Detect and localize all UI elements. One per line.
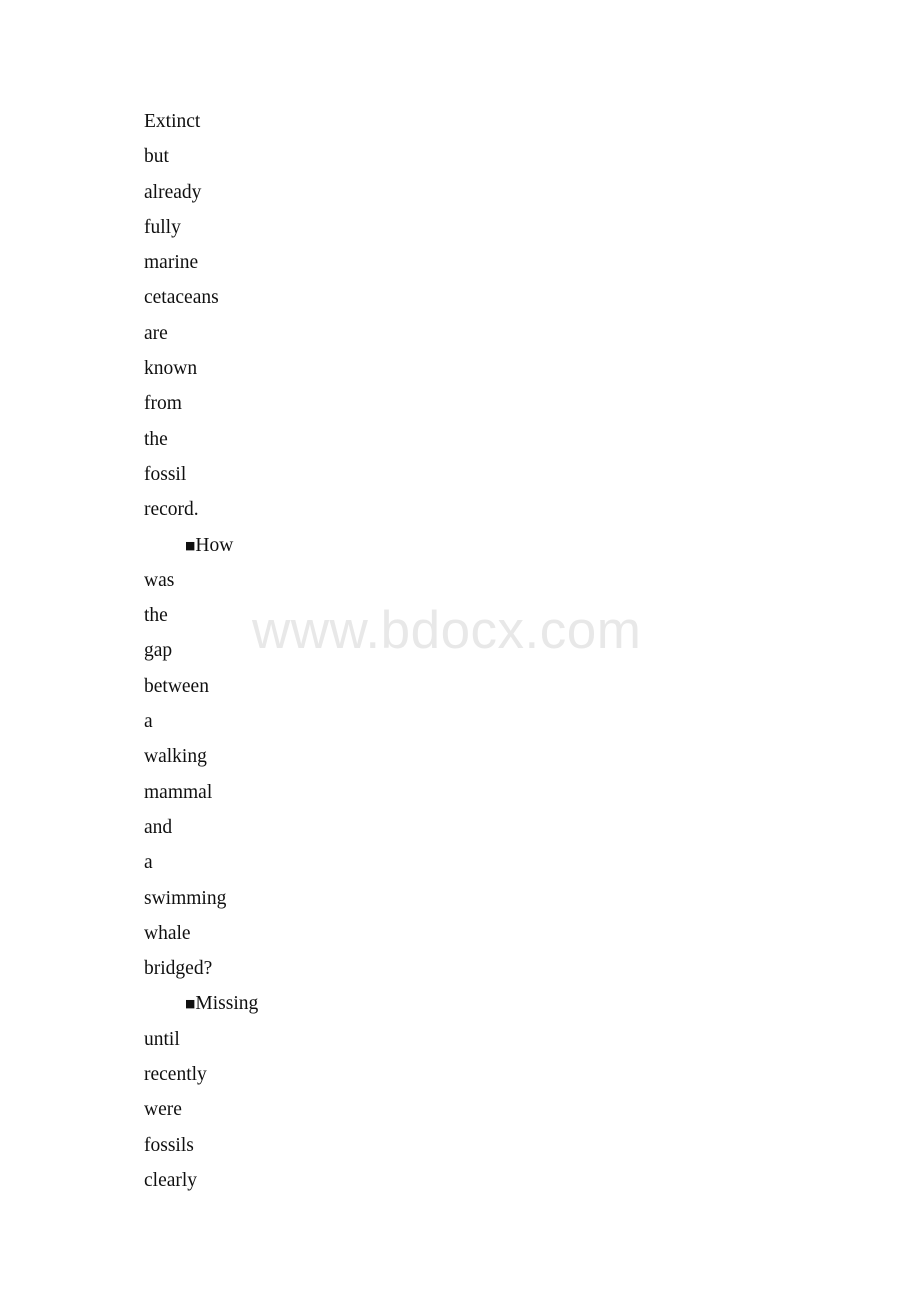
text-line: fossil xyxy=(144,457,844,492)
line-text: mammal xyxy=(144,781,213,803)
line-text: a xyxy=(144,852,153,874)
line-text: gap xyxy=(144,640,173,662)
line-text: the xyxy=(144,428,168,450)
bulleted-text-line: ■How xyxy=(144,528,844,563)
text-line: marine xyxy=(144,245,844,280)
text-line: but xyxy=(144,139,844,174)
line-text: fossils xyxy=(144,1134,194,1156)
text-line: are xyxy=(144,316,844,351)
line-text: clearly xyxy=(144,1169,198,1191)
line-text: fully xyxy=(144,216,181,238)
text-line: whale xyxy=(144,916,844,951)
line-text: known xyxy=(144,358,198,380)
text-line: the xyxy=(144,422,844,457)
line-text: from xyxy=(144,393,182,415)
line-text: already xyxy=(144,181,202,203)
text-line: was xyxy=(144,563,844,598)
text-line: bridged? xyxy=(144,951,844,986)
text-line: the xyxy=(144,598,844,633)
text-line: between xyxy=(144,669,844,704)
square-bullet-icon: ■ xyxy=(185,997,196,1011)
document-page: www.bdocx.com Extinct but already fully mari… xyxy=(0,0,920,1302)
text-line: record. xyxy=(144,492,844,527)
line-text: whale xyxy=(144,922,191,944)
line-text: was xyxy=(144,569,175,591)
line-text: and xyxy=(144,816,173,838)
line-text: a xyxy=(144,711,153,733)
line-text: fossil xyxy=(144,463,187,485)
text-line: walking xyxy=(144,739,844,774)
line-text: swimming xyxy=(144,887,227,909)
text-line: a xyxy=(144,704,844,739)
line-text: between xyxy=(144,675,209,697)
text-line: already xyxy=(144,175,844,210)
line-text: walking xyxy=(144,746,207,768)
text-line: clearly xyxy=(144,1163,844,1198)
line-text: cetaceans xyxy=(144,287,219,309)
line-text: record. xyxy=(144,499,199,521)
line-text: Extinct xyxy=(144,111,201,132)
line-text: How xyxy=(195,534,234,556)
text-line: swimming xyxy=(144,881,844,916)
document-body: Extinct but already fully marine cetaceans are… xyxy=(144,104,844,1198)
text-line: and xyxy=(144,810,844,845)
line-text: bridged? xyxy=(144,958,213,980)
line-text: but xyxy=(144,146,169,168)
line-text: were xyxy=(144,1099,182,1121)
line-text: recently xyxy=(144,1064,207,1086)
bulleted-text-line: ■Missing xyxy=(144,986,844,1021)
text-line: until xyxy=(144,1022,844,1057)
text-line: cetaceans xyxy=(144,280,844,315)
square-bullet-icon: ■ xyxy=(185,538,196,552)
line-text: until xyxy=(144,1028,180,1050)
text-line: recently xyxy=(144,1057,844,1092)
line-text: marine xyxy=(144,252,199,274)
text-line: mammal xyxy=(144,775,844,810)
text-line: Extinct xyxy=(144,104,844,139)
text-line: fully xyxy=(144,210,844,245)
text-line: were xyxy=(144,1092,844,1127)
line-text: Missing xyxy=(195,993,259,1015)
line-text: the xyxy=(144,605,168,627)
text-line: known xyxy=(144,351,844,386)
text-line: fossils xyxy=(144,1128,844,1163)
text-line: gap xyxy=(144,633,844,668)
text-line: a xyxy=(144,845,844,880)
line-text: are xyxy=(144,322,168,344)
text-line: from xyxy=(144,386,844,421)
